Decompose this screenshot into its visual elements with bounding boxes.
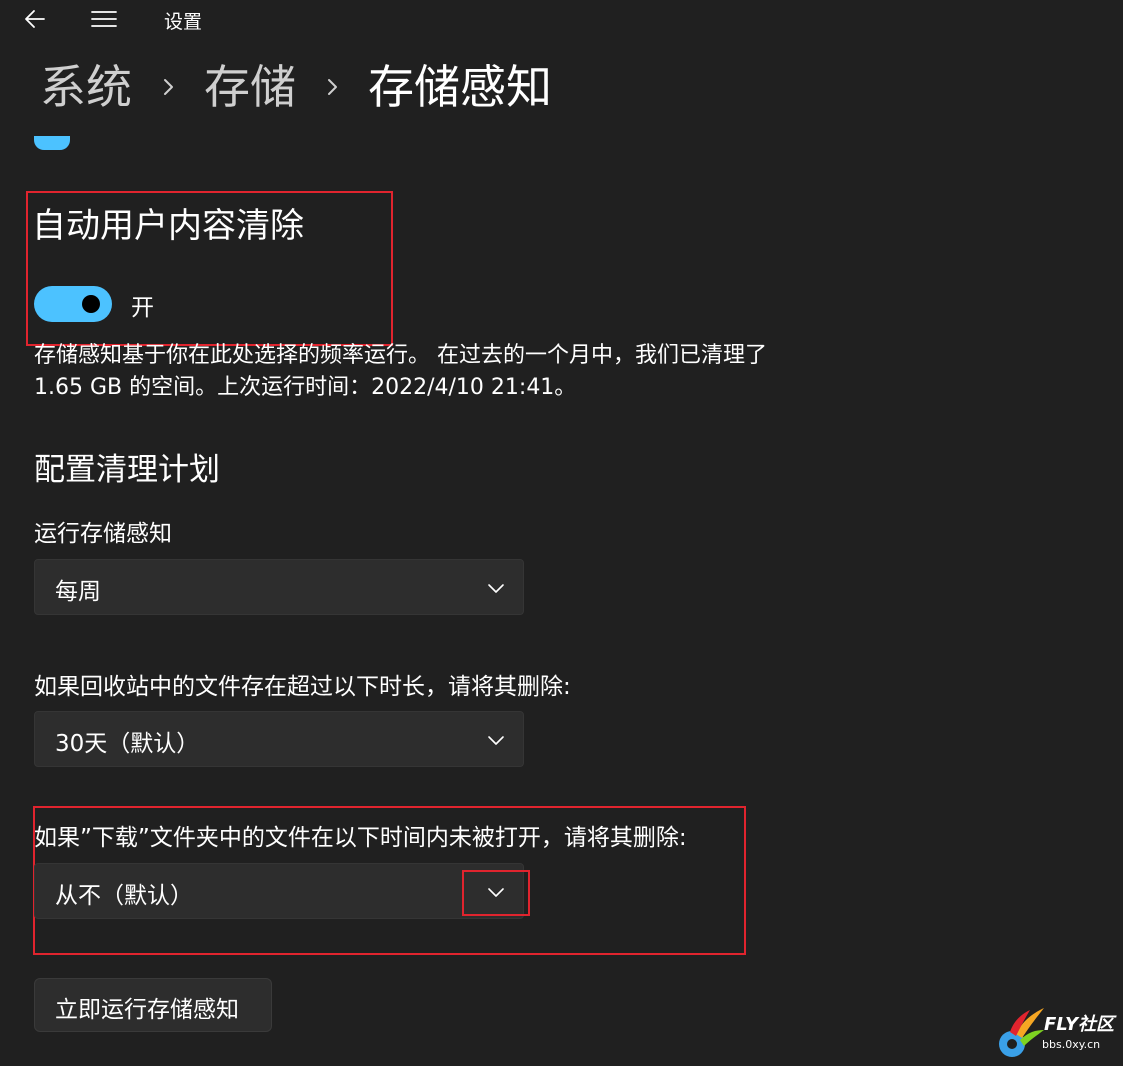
breadcrumb-item-storage[interactable]: 存储	[204, 52, 296, 122]
storage-sense-description: 存储感知基于你在此处选择的频率运行。 在过去的一个月中，我们已清理了 1.65 …	[34, 343, 767, 400]
settings-window: 设置 系统 存储 存储感知 自动用户内容清除 开 存储感知基于你在此处选择的频率…	[0, 0, 1123, 1066]
downloads-folder-label: 如果”下载”文件夹中的文件在以下时间内未被打开，请将其删除:	[34, 825, 687, 851]
fly-community-logo-icon	[999, 1008, 1044, 1057]
run-frequency-label: 运行存储感知	[34, 521, 172, 547]
chevron-down-icon	[488, 584, 504, 593]
schedule-heading: 配置清理计划	[34, 452, 220, 488]
dropdown-value: 从不（默认）	[55, 883, 193, 909]
title-bar: 设置	[0, 0, 1123, 40]
chevron-down-icon	[488, 736, 504, 745]
watermark: FLY社区 bbs.0xy.cn	[996, 1004, 1116, 1060]
button-label: 立即运行存储感知	[55, 997, 239, 1023]
dropdown-value: 每周	[55, 579, 101, 605]
chevron-down-icon	[488, 888, 504, 897]
hamburger-menu-icon[interactable]	[90, 6, 118, 32]
recycle-bin-label: 如果回收站中的文件存在超过以下时长，请将其删除:	[34, 674, 571, 700]
downloads-folder-dropdown[interactable]: 从不（默认）	[34, 863, 524, 919]
page-title: 存储感知	[368, 60, 552, 114]
recycle-bin-dropdown[interactable]: 30天（默认）	[34, 711, 524, 767]
run-storage-sense-now-button[interactable]: 立即运行存储感知	[34, 978, 272, 1032]
chevron-right-icon	[164, 79, 173, 95]
auto-cleanup-toggle[interactable]	[34, 286, 112, 322]
auto-cleanup-heading: 自动用户内容清除	[32, 206, 304, 246]
app-title: 设置	[164, 11, 203, 33]
breadcrumb: 系统 存储 存储感知	[40, 52, 552, 122]
dropdown-value: 30天（默认）	[55, 731, 200, 757]
run-frequency-dropdown[interactable]: 每周	[34, 559, 524, 615]
toggle-knob	[82, 295, 100, 313]
watermark-title: FLY社区	[1044, 1014, 1114, 1035]
scrolled-toggle-switch[interactable]	[34, 136, 70, 150]
toggle-state-label: 开	[131, 295, 154, 321]
breadcrumb-item-system[interactable]: 系统	[40, 52, 132, 122]
chevron-right-icon	[328, 79, 337, 95]
watermark-url: bbs.0xy.cn	[1042, 1038, 1101, 1051]
back-arrow-icon[interactable]	[22, 6, 48, 32]
